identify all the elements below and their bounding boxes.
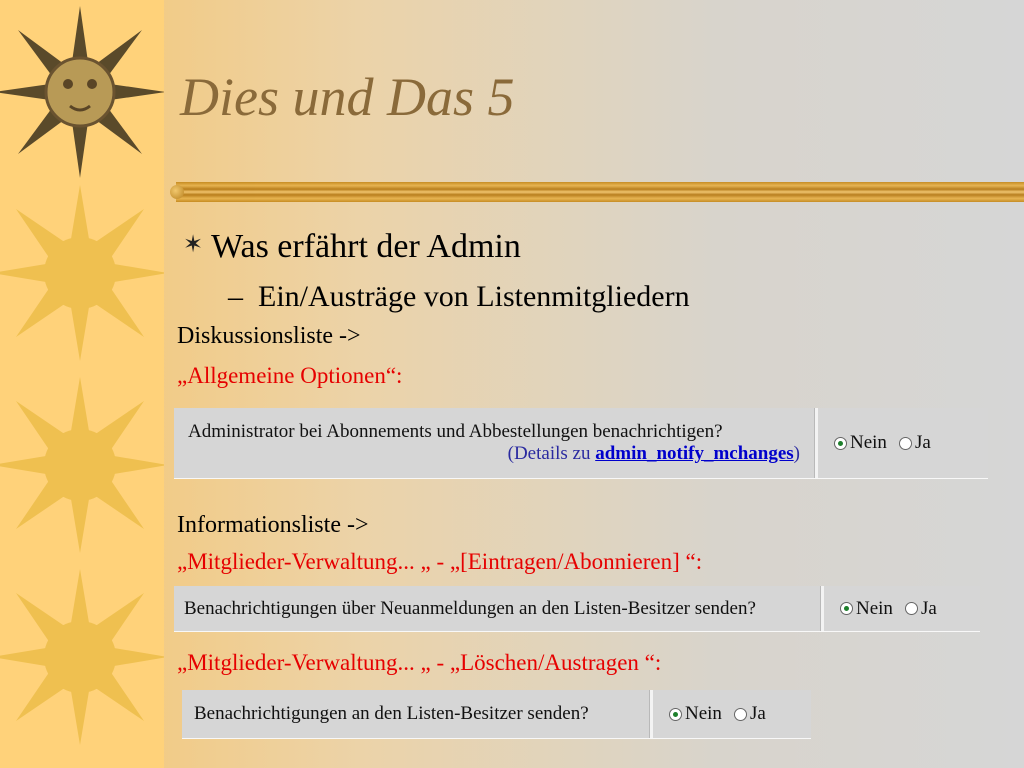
option-question: Benachrichtigungen an den Listen-Besitze… <box>194 703 589 724</box>
option-question: Benachrichtigungen über Neuanmeldungen a… <box>184 597 756 619</box>
radio-empty-icon[interactable] <box>898 436 912 450</box>
radio-checked-icon[interactable] <box>840 602 853 615</box>
option-box-new-signups: Benachrichtigungen über Neuanmeldungen a… <box>174 586 980 631</box>
option-radio-group: Nein Ja <box>824 586 947 631</box>
option-box-unsubscribe: Benachrichtigungen an den Listen-Besitze… <box>182 690 811 738</box>
option-details: (Details zu admin_notify_mchanges) <box>188 443 800 465</box>
radio-empty-icon[interactable] <box>733 707 747 721</box>
bullet-sub-text: Ein/Austräge von Listenmitgliedern <box>258 280 690 313</box>
option-question-area: Benachrichtigungen an den Listen-Besitze… <box>182 690 649 738</box>
radio-empty-icon[interactable] <box>904 602 918 615</box>
details-link[interactable]: admin_notify_mchanges <box>595 443 793 464</box>
radio-no-label[interactable]: Nein <box>856 598 893 620</box>
option-radio-group: Nein Ja <box>818 408 941 478</box>
title-divider <box>170 182 1024 202</box>
radio-no-label[interactable]: Nein <box>850 432 887 454</box>
option-question: Administrator bei Abonnements und Abbest… <box>188 421 723 442</box>
details-prefix: (Details zu <box>507 443 596 464</box>
sun-icon <box>0 377 164 553</box>
bullet-star-icon: ✶ <box>183 232 204 258</box>
section2-path: „Mitglieder-Verwaltung... „ - „[Eintrage… <box>177 549 703 574</box>
option-box-admin-notify: Administrator bei Abonnements und Abbest… <box>174 408 988 478</box>
sun-icon <box>0 569 164 745</box>
section2-heading: Informationsliste -> <box>177 512 369 538</box>
section1-heading: Diskussionsliste -> <box>177 323 361 349</box>
divider-knob <box>170 185 184 199</box>
sun-icon <box>0 6 164 178</box>
bullet-main-text: Was erfährt der Admin <box>211 228 521 265</box>
option-radio-group: Nein Ja <box>653 690 776 738</box>
section1-path: „Allgemeine Optionen“: <box>177 363 403 388</box>
bullet-main: ✶ Was erfährt der Admin <box>183 228 521 266</box>
section3-path: „Mitglieder-Verwaltung... „ - „Löschen/A… <box>177 650 662 675</box>
details-suffix: ) <box>793 443 800 464</box>
radio-yes-label[interactable]: Ja <box>921 598 937 620</box>
slide-title: Dies und Das 5 <box>180 67 515 127</box>
radio-yes-label[interactable]: Ja <box>750 703 766 725</box>
radio-checked-icon[interactable] <box>834 436 847 450</box>
radio-yes-label[interactable]: Ja <box>915 432 931 454</box>
bullet-sub: – Ein/Austräge von Listenmitgliedern <box>228 280 690 314</box>
radio-no-label[interactable]: Nein <box>685 703 722 725</box>
option-question-area: Benachrichtigungen über Neuanmeldungen a… <box>174 586 820 631</box>
bullet-dash: – <box>228 280 243 313</box>
sun-icon <box>0 185 164 361</box>
option-question-area: Administrator bei Abonnements und Abbest… <box>174 408 814 478</box>
sun-sidebar <box>0 0 164 768</box>
radio-checked-icon[interactable] <box>669 707 682 721</box>
